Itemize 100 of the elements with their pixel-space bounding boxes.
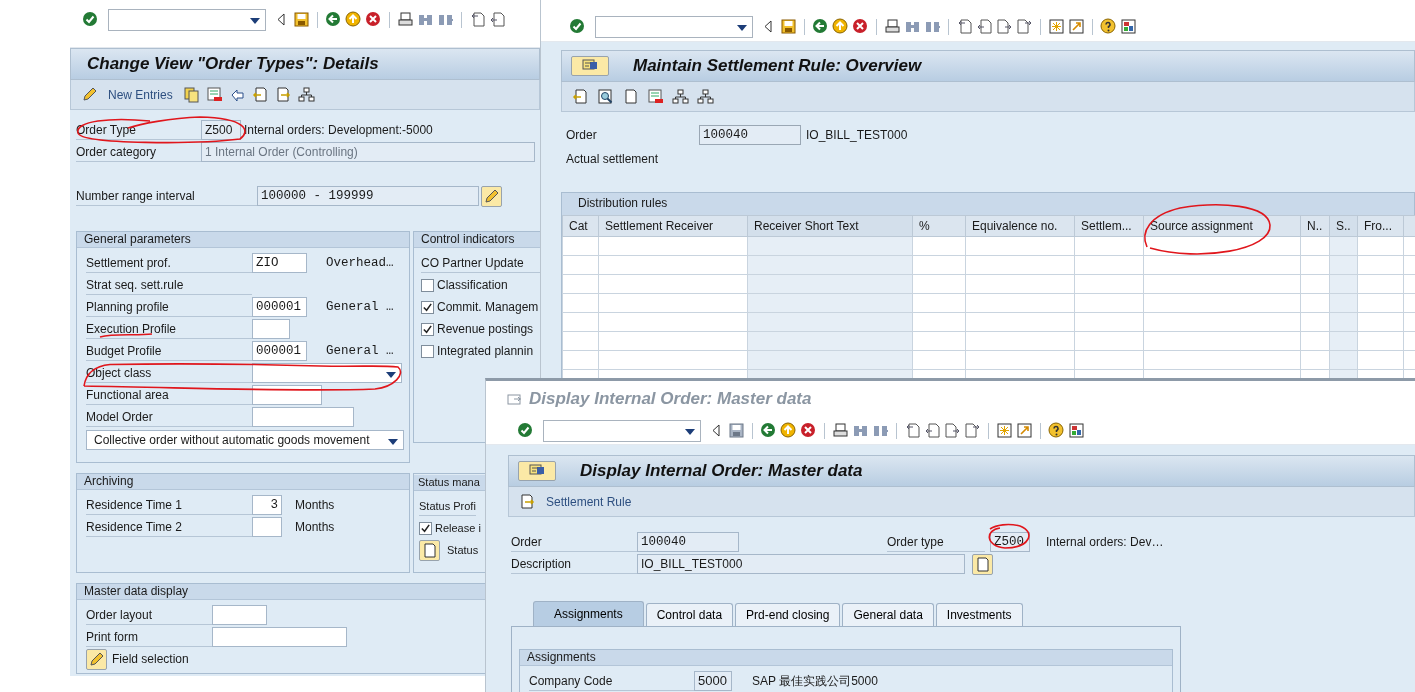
next-page-icon[interactable] [996,18,1013,35]
edit-button[interactable] [481,185,502,207]
tab[interactable]: Investments [935,603,1023,626]
table-cell[interactable] [598,293,748,313]
column-header[interactable]: Settlem... [1074,215,1144,237]
input-field[interactable] [212,605,267,625]
dropdown-field[interactable] [252,363,402,383]
table-cell[interactable] [1357,350,1404,370]
table-cell[interactable] [598,274,748,294]
table-cell[interactable] [912,236,966,256]
table-cell[interactable] [1357,293,1404,313]
table-cell[interactable] [598,350,748,370]
table-cell[interactable] [562,293,599,313]
shortcut-icon[interactable] [1016,422,1033,439]
last-page-icon[interactable] [1016,18,1033,35]
checkbox[interactable] [421,278,434,292]
new-window-icon[interactable] [996,422,1013,439]
check-icon[interactable] [82,11,99,28]
toolbar-button[interactable]: New Entries [104,85,177,104]
table-cell[interactable] [1074,312,1144,332]
table-cell[interactable] [965,255,1075,275]
toolbar-button[interactable]: Settlement Rule [542,492,636,511]
table-cell[interactable] [1357,331,1404,351]
table-cell[interactable] [1300,293,1330,313]
table-cell[interactable] [562,255,599,275]
last-page-icon[interactable] [964,422,981,439]
table-cell[interactable] [1300,312,1330,332]
table-cell[interactable] [1074,274,1144,294]
table-cell[interactable] [912,274,966,294]
table-cell[interactable] [1143,274,1301,294]
input-field[interactable] [252,407,354,427]
save-icon[interactable] [728,422,745,439]
copy-icon[interactable] [182,86,200,103]
input-field[interactable]: 100040 [699,125,801,145]
input-field[interactable] [252,385,322,405]
table-cell[interactable] [1300,331,1330,351]
print-icon[interactable] [884,18,901,35]
table-cell[interactable] [1357,236,1404,256]
table-cell[interactable] [1074,293,1144,313]
column-header[interactable]: Source assignment [1143,215,1301,237]
table-cell[interactable] [1300,274,1330,294]
table-cell[interactable] [1074,255,1144,275]
table-cell[interactable] [912,331,966,351]
save-icon[interactable] [293,11,310,28]
back-icon[interactable] [760,422,777,439]
document-icon[interactable] [622,88,639,105]
input-field[interactable] [252,319,290,339]
table-cell[interactable] [562,350,599,370]
table-cell[interactable] [1074,236,1144,256]
document-arrow-icon[interactable] [519,493,536,510]
input-field[interactable]: Z500 [201,120,241,140]
table-cell[interactable] [1143,350,1301,370]
input-field[interactable]: 3 [252,495,282,515]
previous-page-icon[interactable] [489,11,506,28]
delete-icon[interactable] [647,88,664,105]
input-field[interactable]: Z500 [990,532,1030,552]
back-icon[interactable] [812,18,829,35]
long-text-button[interactable] [972,553,993,575]
exit-icon[interactable] [780,422,797,439]
command-field[interactable] [543,419,701,442]
shortcut-icon[interactable] [1068,18,1085,35]
edit-button[interactable] [86,648,107,670]
previous-page-icon[interactable] [976,18,993,35]
first-page-icon[interactable] [956,18,973,35]
document-arrow-icon[interactable] [572,88,589,105]
column-header[interactable]: Receiver Short Text [747,215,913,237]
save-icon[interactable] [780,18,797,35]
table-cell[interactable] [912,255,966,275]
column-header[interactable]: N.. [1300,215,1330,237]
back-icon[interactable] [325,11,342,28]
table-cell[interactable] [562,312,599,332]
help-icon[interactable] [1048,422,1065,439]
command-field[interactable] [108,8,266,31]
pencil-icon[interactable] [81,86,98,103]
column-header[interactable]: S.. [1329,215,1358,237]
table-cell[interactable] [562,236,599,256]
column-header[interactable]: Settlement Receiver [598,215,748,237]
cancel-icon[interactable] [800,422,817,439]
table-cell[interactable] [1143,236,1301,256]
input-field[interactable]: 100040 [637,532,739,552]
delete-icon[interactable] [205,86,223,103]
column-header[interactable]: Cat [562,215,599,237]
table-cell[interactable] [1143,331,1301,351]
document-arrow-icon[interactable] [251,86,269,103]
check-icon[interactable] [517,422,534,439]
input-field[interactable] [212,627,347,647]
table-cell[interactable] [1357,274,1404,294]
exit-icon[interactable] [345,11,362,28]
tab[interactable]: Control data [645,603,734,626]
first-page-icon[interactable] [904,422,921,439]
tab[interactable]: General data [842,603,934,626]
layout-icon[interactable] [1068,422,1085,439]
check-icon[interactable] [569,18,586,35]
table-cell[interactable] [562,331,599,351]
object-services-button[interactable] [571,56,609,76]
table-cell[interactable] [965,293,1075,313]
checkbox[interactable] [421,300,434,314]
table-cell[interactable] [965,312,1075,332]
tab[interactable]: Prd-end closing [735,603,841,626]
help-icon[interactable] [1100,18,1117,35]
